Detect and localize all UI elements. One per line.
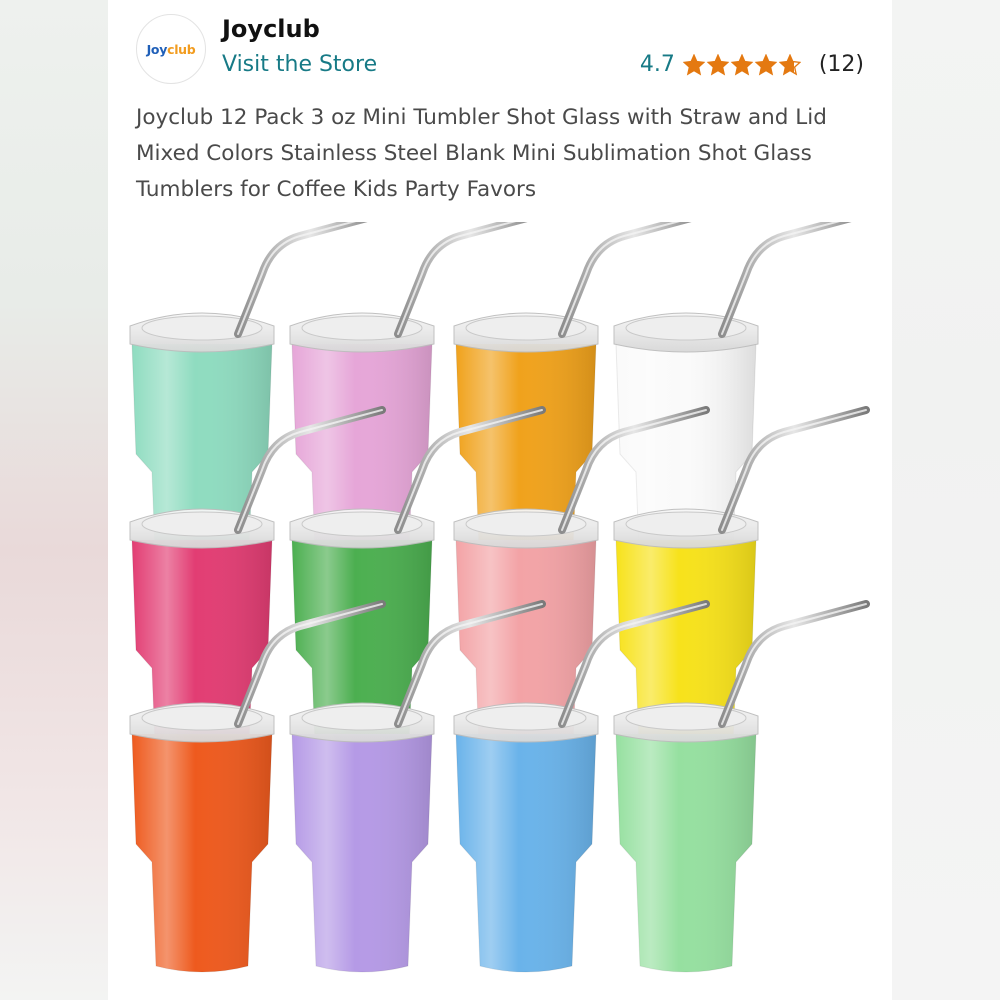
star-icon — [730, 53, 753, 76]
background-blur-left — [0, 0, 108, 1000]
rating-count[interactable]: (12) — [819, 52, 864, 77]
star-icon — [754, 53, 777, 76]
product-title: Joyclub 12 Pack 3 oz Mini Tumbler Shot G… — [136, 105, 827, 202]
background-blur-right — [892, 0, 1000, 1000]
rating-value: 4.7 — [639, 52, 675, 77]
store-logo-text: Joyclub — [146, 41, 196, 57]
store-logo[interactable]: Joyclub — [136, 14, 206, 84]
star-icon — [682, 53, 705, 76]
visit-store-link[interactable]: Visit the Store — [222, 52, 377, 77]
product-card: Joyclub Joyclub Visit the Store 4.7 (12)… — [108, 0, 892, 1000]
star-icon — [706, 53, 729, 76]
store-name[interactable]: Joyclub — [222, 15, 320, 43]
star-rating — [682, 53, 801, 76]
star-icon — [778, 53, 801, 76]
product-image[interactable] — [108, 222, 892, 1000]
rating-summary[interactable]: 4.7 (12) — [640, 52, 864, 77]
